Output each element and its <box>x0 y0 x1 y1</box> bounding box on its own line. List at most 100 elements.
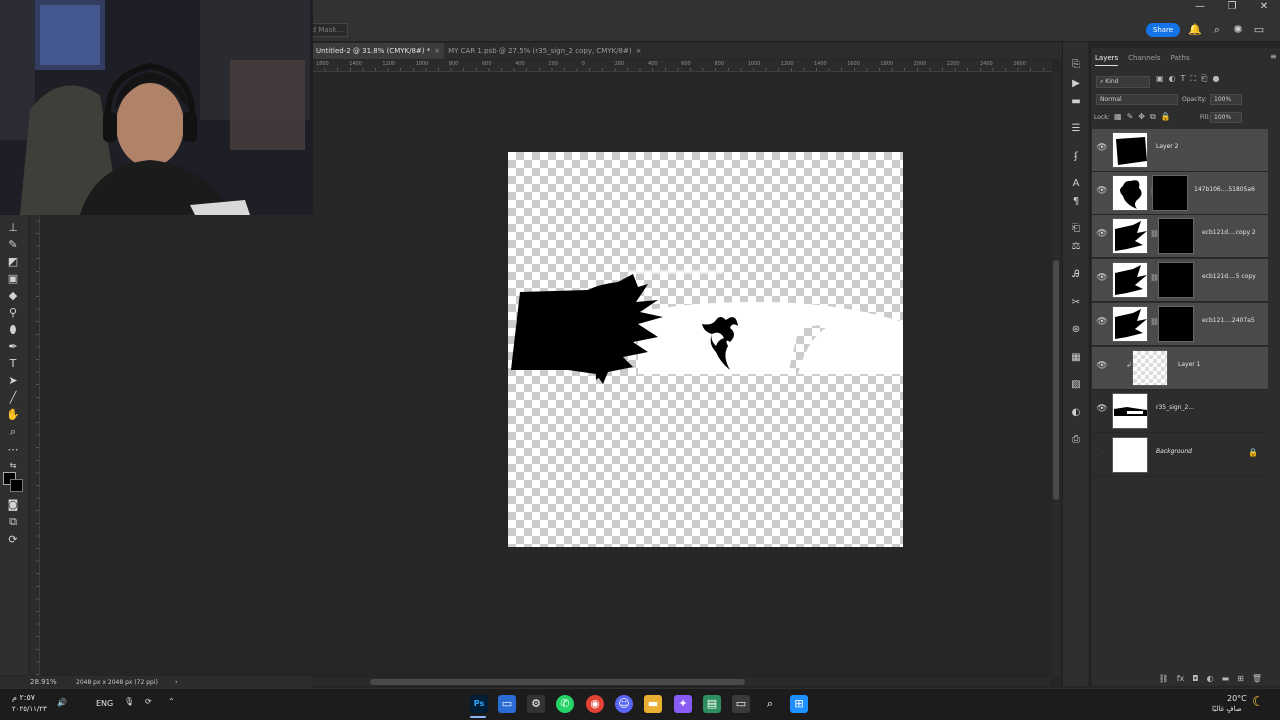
blend-mode-select[interactable]: Normal <box>1096 94 1178 105</box>
screen-mode-icon[interactable]: ⧉ <box>4 515 22 529</box>
clock-date[interactable]: ٢٠٢٥/١١/٢٣ <box>12 705 47 713</box>
brush-settings-icon[interactable]: ʄ <box>1068 150 1084 164</box>
layer-mask-thumbnail[interactable] <box>1158 262 1194 298</box>
stamp-tool-icon[interactable]: ⊥ <box>4 221 22 235</box>
visibility-eye-icon[interactable]: 👁 <box>1096 143 1108 155</box>
panel-menu-icon[interactable]: ≡ <box>1270 52 1277 61</box>
visibility-eye-icon[interactable]: 👁 <box>1096 317 1108 329</box>
weather-condition[interactable]: صافٍ غالبًا <box>1212 705 1242 713</box>
filter-adjustment-icon[interactable]: ◐ <box>1169 74 1176 84</box>
speaker-icon[interactable]: 🔊 <box>57 698 67 707</box>
layer-name[interactable]: 147b106....51805a6 <box>1194 186 1255 193</box>
lock-all-icon[interactable]: 🔒 <box>1161 112 1171 122</box>
zoom-tool-icon[interactable]: ⌕ <box>4 425 22 439</box>
layer-name[interactable]: ecb121d....5 copy <box>1202 273 1256 280</box>
generate-icon[interactable]: ⟳ <box>4 533 22 547</box>
tab-close-icon[interactable]: × <box>434 43 440 59</box>
layer-name[interactable]: ecb121....2407a5 <box>1202 317 1255 324</box>
properties-panel-icon[interactable]: ◐ <box>1068 406 1084 420</box>
steam-icon[interactable]: ⚙ <box>527 695 545 713</box>
line-tool-icon[interactable]: ╱ <box>4 391 22 405</box>
minimize-button[interactable]: — <box>1184 0 1216 16</box>
pen-tool-icon[interactable]: ✒ <box>4 340 22 354</box>
tray-chevron-icon[interactable]: ⌃ <box>168 697 175 706</box>
restore-button[interactable]: ❐ <box>1216 0 1248 16</box>
layer-name[interactable]: Layer 1 <box>1178 361 1200 368</box>
visibility-eye-icon[interactable]: 👁 <box>1096 404 1108 416</box>
discord-icon[interactable]: ☺ <box>615 695 633 713</box>
tab-untitled-2[interactable]: Untitled-2 @ 31.8% (CMYK/8#) * × <box>312 43 445 59</box>
share-button[interactable]: Share <box>1146 23 1180 37</box>
swatches-grid-icon[interactable]: ▦ <box>1068 351 1084 365</box>
path-selection-icon[interactable]: ➤ <box>4 374 22 388</box>
layer-row-ecb121d-copy-2[interactable]: 👁 ⛓ ecb121d....copy 2 <box>1092 215 1268 258</box>
layer-row-ecb121d-5-copy[interactable]: 👁 ⛓ ecb121d....5 copy <box>1092 259 1268 302</box>
filter-smartobject-icon[interactable]: ⎗ <box>1201 74 1207 84</box>
fill-field[interactable]: 100% <box>1210 112 1242 123</box>
layer-row-layer-2[interactable]: 👁 Layer 2 <box>1092 129 1268 172</box>
quick-mask-icon[interactable]: ◙ <box>4 498 22 512</box>
layer-row-147b106[interactable]: 👁 ⛓ 147b106....51805a6 <box>1092 172 1268 215</box>
glyphs-panel-icon[interactable]: Ꭿ <box>1068 268 1084 282</box>
filter-type-icon[interactable]: T <box>1181 74 1186 84</box>
visibility-eye-icon[interactable]: 👁 <box>1096 361 1108 373</box>
character-panel-icon[interactable]: A <box>1068 177 1084 191</box>
visibility-eye-icon[interactable]: 👁 <box>1096 186 1108 198</box>
eraser-tool-icon[interactable]: ◩ <box>4 255 22 269</box>
microphone-icon[interactable]: 🎙 <box>124 697 134 706</box>
layer-mask-thumbnail[interactable] <box>1158 306 1194 342</box>
adjustment-layer-icon[interactable]: ◐ <box>1207 672 1214 686</box>
adjustments-panel-icon[interactable]: ☰ <box>1068 122 1084 136</box>
zoom-level[interactable]: 28.91% <box>30 678 57 686</box>
lock-transparency-icon[interactable]: ▦ <box>1114 112 1122 122</box>
vertical-scroll-thumb[interactable] <box>1053 260 1059 500</box>
paragraph-panel-icon[interactable]: ¶ <box>1068 195 1084 209</box>
tab-paths[interactable]: Paths <box>1171 50 1190 66</box>
background-color-swatch[interactable] <box>10 479 23 492</box>
channels-mixer-icon[interactable]: ⚖ <box>1068 240 1084 254</box>
add-mask-icon[interactable]: ◘ <box>1192 672 1198 686</box>
hand-tool-icon[interactable]: ✋ <box>4 408 22 422</box>
search-taskbar-icon[interactable]: ⌕ <box>761 695 779 713</box>
bell-icon[interactable]: 🔔 <box>1187 22 1203 38</box>
close-button[interactable]: ✕ <box>1248 0 1280 16</box>
store-icon[interactable]: ▤ <box>703 695 721 713</box>
clone-source-icon[interactable]: ⎗ <box>1068 222 1084 236</box>
history-brush-icon[interactable]: ✎ <box>4 238 22 252</box>
document-canvas[interactable] <box>508 152 903 547</box>
link-icon[interactable]: ⛓ <box>1150 318 1159 326</box>
status-arrow-icon[interactable]: › <box>175 678 178 686</box>
layer-name[interactable]: Layer 2 <box>1156 143 1178 150</box>
link-icon[interactable]: ⛓ <box>1150 230 1159 238</box>
layer-name[interactable]: r35_sign_2... <box>1156 404 1194 411</box>
tools-settings-icon[interactable]: ✂ <box>1068 296 1084 310</box>
start-button-icon[interactable]: ⊞ <box>790 695 808 713</box>
layer-row-r35-sign[interactable]: 👁 r35_sign_2... <box>1092 390 1268 433</box>
dodge-tool-icon[interactable]: ⚲ <box>4 306 22 320</box>
file-explorer-icon[interactable]: ▬ <box>644 695 662 713</box>
new-layer-icon[interactable]: ⊞ <box>1237 672 1244 686</box>
layer-row-layer-1[interactable]: 👁 ↲ Layer 1 <box>1092 347 1268 390</box>
copilot-icon[interactable]: ✦ <box>674 695 692 713</box>
visibility-empty-icon[interactable]: · <box>1096 448 1108 460</box>
filter-shape-icon[interactable]: ⛶ <box>1190 74 1196 84</box>
new-group-icon[interactable]: ▬ <box>1222 672 1230 686</box>
clock-time[interactable]: ٢:٥٧ م <box>12 693 35 702</box>
tab-channels[interactable]: Channels <box>1128 50 1160 66</box>
lock-pixels-icon[interactable]: ✎ <box>1127 112 1134 122</box>
type-tool-icon[interactable]: T <box>4 357 22 371</box>
layer-row-background[interactable]: · Background 🔒 <box>1092 434 1268 477</box>
history-panel-icon[interactable]: ⎘ <box>1068 58 1084 72</box>
filter-kind-select[interactable]: ⌕ Kind <box>1096 76 1150 88</box>
whatsapp-icon[interactable]: ✆ <box>556 695 574 713</box>
filter-toggle-icon[interactable]: ● <box>1212 74 1219 84</box>
lock-artboard-icon[interactable]: ⧉ <box>1150 112 1156 122</box>
sync-icon[interactable]: ⟳ <box>145 697 152 706</box>
3d-panel-icon[interactable]: ⊛ <box>1068 323 1084 337</box>
tab-close-icon[interactable]: × <box>636 43 642 59</box>
lock-position-icon[interactable]: ✥ <box>1138 112 1145 122</box>
language-indicator[interactable]: ENG <box>96 699 113 708</box>
weather-temp[interactable]: 20°C <box>1227 694 1247 703</box>
swap-colors-icon[interactable]: ⇆ <box>4 459 22 473</box>
actions-panel-icon[interactable]: ▶ <box>1068 77 1084 91</box>
